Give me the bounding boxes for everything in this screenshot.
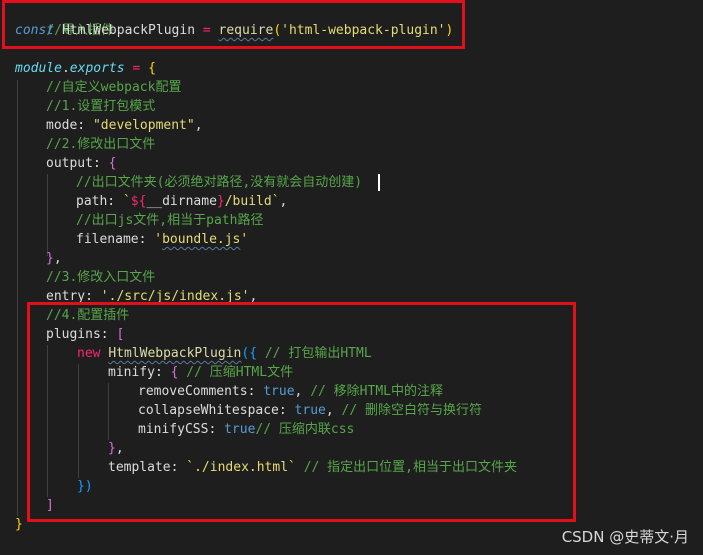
string-literal: boundle.js <box>162 232 241 247</box>
comment: //2.修改出口文件 <box>46 137 156 152</box>
interpolation-open: ${ <box>130 194 147 209</box>
code-line: //自定义webpack配置 <box>46 78 181 97</box>
code-editor[interactable]: //导入插件 const HtmlWebpackPlugin = require… <box>0 0 703 555</box>
comment: //自定义webpack配置 <box>46 80 182 95</box>
comment: //出口文件夹(必须绝对路径,没有就会自动创建) <box>76 175 363 190</box>
variable: __dirname <box>146 194 217 209</box>
text-cursor <box>378 174 380 191</box>
quote: ' <box>240 232 249 247</box>
property: exports <box>69 61 125 76</box>
code-line: mode: "development", <box>46 116 203 135</box>
quote: ' <box>154 232 163 247</box>
import-highlight-box <box>2 0 465 49</box>
string-literal: "development" <box>92 118 195 133</box>
comma: , <box>53 251 62 266</box>
operator: = <box>132 61 141 76</box>
code-line: output: { <box>46 154 116 173</box>
plugins-highlight-box <box>27 302 576 522</box>
object-key: output: <box>46 156 101 171</box>
indent-guide <box>17 80 18 516</box>
object-key: mode: <box>46 118 86 133</box>
interpolation-close: } <box>216 194 225 209</box>
brace: } <box>15 517 23 532</box>
watermark: CSDN @史蒂文·月 <box>561 528 689 546</box>
code-line: //出口文件夹(必须绝对路径,没有就会自动创建) <box>76 173 362 192</box>
object-key: filename: <box>76 232 147 247</box>
identifier: module <box>15 61 62 76</box>
indent-guide <box>47 174 48 256</box>
comma: , <box>194 118 203 133</box>
comment: //出口js文件,相当于path路径 <box>76 213 264 228</box>
code-line: //3.修改入口文件 <box>46 268 155 287</box>
code-line: path: `${__dirname}/build`, <box>76 192 287 211</box>
brace: } <box>46 251 54 266</box>
code-line: //2.修改出口文件 <box>46 135 155 154</box>
dot: . <box>61 61 70 76</box>
comma: , <box>279 194 288 209</box>
code-line: } <box>15 515 23 534</box>
code-line: module.exports = { <box>15 59 156 78</box>
string-literal: /build <box>224 194 272 209</box>
comment: //3.修改入口文件 <box>46 270 156 285</box>
template-tick: ` <box>122 194 131 209</box>
code-line: //1.设置打包模式 <box>46 97 155 116</box>
object-key: path: <box>76 194 116 209</box>
code-line: filename: 'boundle.js' <box>76 230 248 249</box>
comment: //1.设置打包模式 <box>46 99 156 114</box>
brace: { <box>148 61 156 76</box>
template-tick: ` <box>271 194 280 209</box>
code-line: //出口js文件,相当于path路径 <box>76 211 263 230</box>
brace: { <box>108 156 117 171</box>
code-line: }, <box>46 249 62 268</box>
